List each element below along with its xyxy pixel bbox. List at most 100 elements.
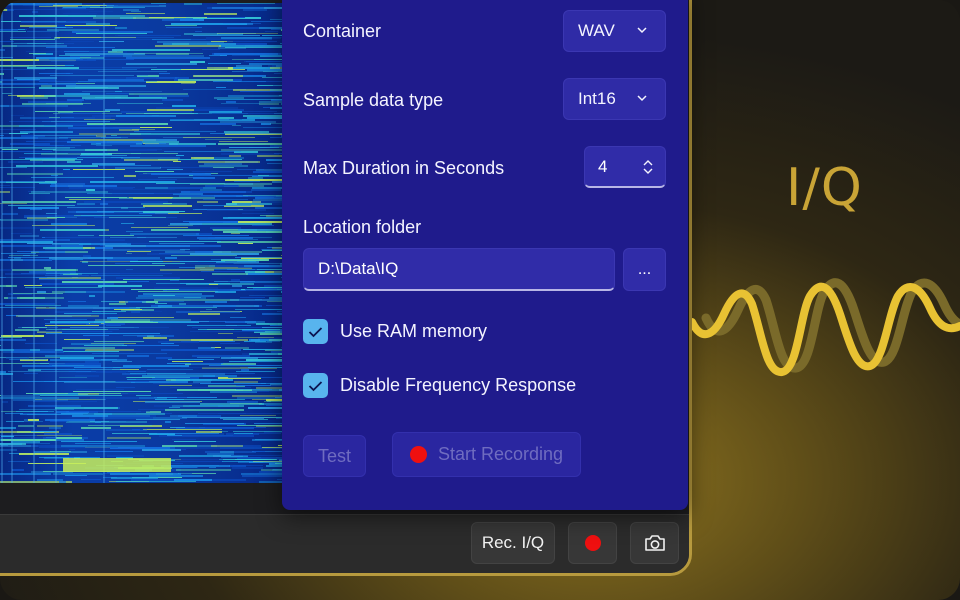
- spectrogram-band: [172, 361, 203, 362]
- spectrogram-band: [6, 357, 29, 359]
- spectrogram-band: [108, 51, 123, 53]
- rec-iq-button[interactable]: Rec. I/Q: [471, 522, 555, 564]
- spectrogram-band: [260, 117, 283, 119]
- spectrogram-band: [243, 195, 283, 196]
- spectrogram-band: [121, 157, 180, 159]
- spectrogram-band: [205, 451, 256, 453]
- spectrogram-band: [131, 311, 140, 313]
- container-dropdown[interactable]: WAV: [563, 10, 666, 52]
- spectrogram-band: [267, 301, 283, 302]
- checkmark-icon: [308, 380, 323, 391]
- spectrogram-band: [14, 349, 30, 351]
- spectrogram-band: [85, 361, 99, 363]
- spectrogram-band: [101, 143, 136, 145]
- spectrogram-band: [262, 313, 283, 315]
- spectrogram-band: [89, 295, 95, 297]
- spectrogram-band: [0, 137, 38, 139]
- spectrogram-band: [68, 305, 99, 307]
- spectrogram-band: [158, 305, 172, 307]
- spectrogram-band: [248, 177, 263, 179]
- spectrogram-band: [146, 245, 221, 247]
- sample-type-dropdown[interactable]: Int16: [563, 78, 666, 120]
- spectrogram-band: [199, 165, 248, 167]
- spin-arrows-icon[interactable]: [641, 157, 655, 177]
- spectrogram-band: [0, 167, 27, 168]
- spectrogram-band: [93, 17, 136, 19]
- spectrogram-band: [269, 339, 283, 341]
- spectrogram-band: [81, 215, 152, 216]
- spectrogram-band: [136, 297, 206, 299]
- start-recording-button[interactable]: Start Recording: [392, 432, 581, 477]
- spectrogram-band: [198, 161, 260, 163]
- spectrogram-band: [14, 257, 21, 259]
- spectrogram-band: [165, 409, 244, 411]
- spectrogram-band: [28, 405, 81, 407]
- spectrogram-band: [242, 475, 283, 477]
- spectrogram-band: [223, 217, 283, 219]
- spectrogram-band: [131, 227, 188, 228]
- record-button[interactable]: [568, 522, 617, 564]
- record-icon: [584, 535, 601, 551]
- spectrogram-band: [200, 383, 266, 384]
- spectrogram-band: [209, 365, 283, 366]
- spectrogram-band: [84, 345, 127, 346]
- spectrogram-band: [143, 429, 222, 430]
- spectrogram-band: [165, 257, 177, 259]
- max-duration-input[interactable]: 4: [584, 146, 666, 188]
- spectrogram-band: [78, 81, 157, 82]
- location-input[interactable]: D:\Data\IQ: [303, 248, 615, 291]
- spectrogram-band: [39, 183, 56, 184]
- spectrogram-band: [11, 233, 32, 234]
- spectrogram-band: [0, 219, 1, 220]
- chevron-down-icon: [637, 95, 647, 102]
- spectrogram-band: [227, 27, 282, 29]
- disable-freq-checkbox[interactable]: [303, 373, 328, 398]
- screenshot-button[interactable]: [630, 522, 679, 564]
- spectrogram-band: [77, 203, 95, 205]
- spectrogram-band: [26, 51, 109, 52]
- spectrogram-band: [263, 107, 283, 108]
- spectrogram-band: [231, 233, 240, 234]
- spectrogram-band: [190, 223, 272, 225]
- spectrogram-band: [237, 261, 256, 262]
- rec-iq-label: Rec. I/Q: [481, 533, 545, 552]
- spectrogram-band: [236, 65, 262, 67]
- spectrogram-band: [116, 115, 176, 117]
- spectrogram-band: [154, 299, 239, 301]
- spectrogram-band: [216, 87, 226, 88]
- spectrogram-band: [157, 67, 228, 69]
- spectrogram-band: [40, 229, 105, 231]
- spectrogram-band: [6, 421, 24, 422]
- test-button[interactable]: Test: [303, 435, 366, 477]
- spectrogram-band: [25, 343, 57, 344]
- spectrogram-band: [34, 145, 81, 146]
- spectrogram-band: [237, 203, 283, 205]
- spectrogram-band: [259, 481, 283, 483]
- spectrogram-band: [98, 273, 172, 274]
- use-ram-row[interactable]: Use RAM memory: [303, 319, 487, 344]
- spectrogram-band: [247, 75, 263, 76]
- signal-wave-icon: [692, 278, 960, 376]
- spectrogram-band: [220, 417, 264, 419]
- spectrogram-band: [205, 139, 232, 140]
- browse-button[interactable]: ...: [623, 248, 666, 291]
- spectrogram-band: [17, 79, 40, 80]
- spectrogram-band: [176, 379, 212, 381]
- spectrogram-band: [114, 309, 142, 310]
- spectrogram-band: [121, 223, 134, 224]
- spectrogram-band: [166, 27, 202, 28]
- disable-freq-row[interactable]: Disable Frequency Response: [303, 373, 576, 398]
- spectrogram-band: [73, 169, 125, 170]
- spectrogram-band: [78, 393, 99, 395]
- browse-label: ...: [637, 260, 652, 278]
- spectrogram-band: [113, 189, 175, 190]
- container-label: Container: [303, 21, 382, 41]
- spectrogram-band: [30, 209, 42, 210]
- use-ram-checkbox[interactable]: [303, 319, 328, 344]
- spectrogram-band: [242, 213, 274, 214]
- spectrogram-band: [192, 171, 232, 172]
- spectrogram-band: [59, 377, 87, 378]
- spectrogram-band: [139, 95, 189, 97]
- spectrogram-band: [143, 139, 177, 141]
- spectrogram-band: [149, 475, 203, 477]
